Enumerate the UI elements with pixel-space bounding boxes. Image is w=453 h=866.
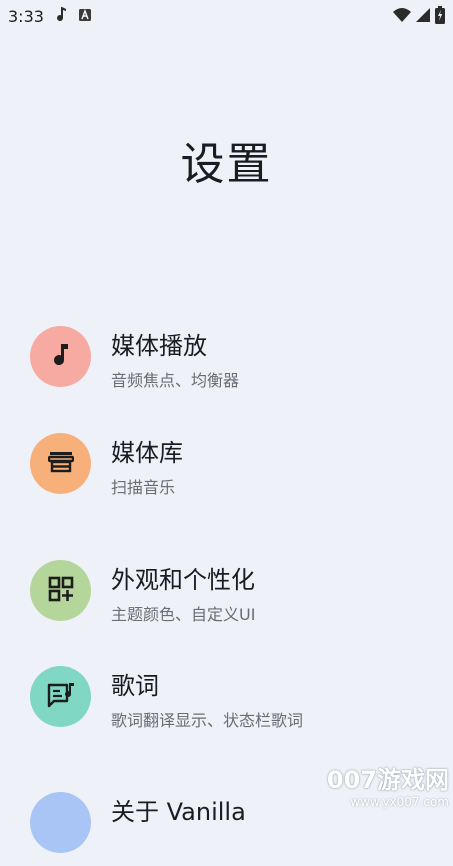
item-subtitle: 主题颜色、自定义UI <box>111 605 256 624</box>
item-icon-circle <box>30 666 91 727</box>
item-icon-circle <box>30 433 91 494</box>
settings-item-about[interactable]: 关于 Vanilla <box>0 776 453 866</box>
item-icon-circle <box>30 792 91 853</box>
lyrics-icon <box>47 682 75 712</box>
settings-item-lyrics[interactable]: 歌词 歌词翻译显示、状态栏歌词 <box>0 650 453 740</box>
settings-item-media-library[interactable]: 媒体库 扫描音乐 <box>0 417 453 507</box>
item-title: 歌词 <box>111 672 159 700</box>
grid-add-icon <box>48 576 74 606</box>
item-title: 关于 Vanilla <box>111 798 246 826</box>
settings-item-appearance[interactable]: 外观和个性化 主题颜色、自定义UI <box>0 544 453 634</box>
settings-list: 媒体播放 音频焦点、均衡器 媒体库 扫描音乐 外观和个性化 主题颜色、自定义UI… <box>0 0 453 853</box>
item-title: 外观和个性化 <box>111 566 255 594</box>
settings-item-media-playback[interactable]: 媒体播放 音频焦点、均衡器 <box>0 310 453 400</box>
music-note-icon <box>50 342 72 372</box>
item-title: 媒体播放 <box>111 332 207 360</box>
storefront-icon <box>47 450 74 478</box>
item-subtitle: 扫描音乐 <box>111 478 176 497</box>
item-icon-circle <box>30 326 91 387</box>
item-subtitle: 音频焦点、均衡器 <box>111 371 240 390</box>
item-title: 媒体库 <box>111 439 183 467</box>
item-subtitle: 歌词翻译显示、状态栏歌词 <box>111 711 304 730</box>
item-icon-circle <box>30 560 91 621</box>
